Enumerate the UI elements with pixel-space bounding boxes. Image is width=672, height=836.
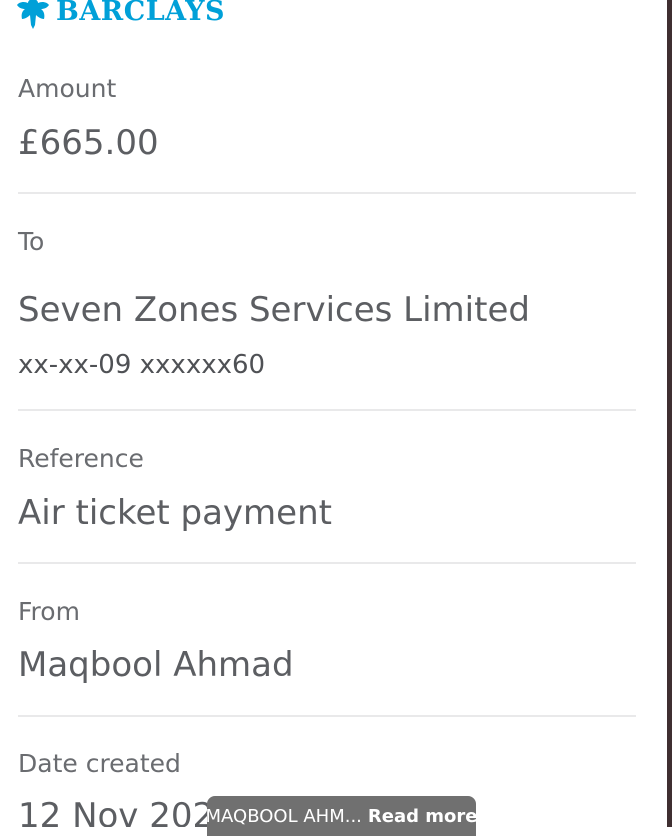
read-more-link[interactable]: Read more [368, 806, 476, 827]
eagle-logo-icon [17, 0, 49, 29]
divider [18, 562, 636, 564]
payer-name: Maqbool Ahmad [18, 645, 294, 685]
from-label: From [18, 597, 80, 626]
payee-name: Seven Zones Services Limited [18, 290, 530, 330]
divider [18, 192, 636, 194]
divider [18, 715, 636, 717]
date-created-label: Date created [18, 749, 181, 778]
notification-toast[interactable]: MAQBOOL AHM... Read more [207, 796, 476, 836]
amount-value: £665.00 [18, 123, 159, 163]
reference-value: Air ticket payment [18, 493, 332, 533]
amount-label: Amount [18, 74, 117, 103]
brand-name: BARCLAYS [56, 0, 226, 27]
payee-section: To Seven Zones Services Limited xx-xx-09… [18, 222, 636, 392]
reference-section: Reference Air ticket payment [18, 440, 636, 550]
divider [18, 409, 636, 411]
toast-text: MAQBOOL AHM... [207, 805, 362, 827]
to-label: To [18, 227, 45, 256]
brand-header: BARCLAYS [16, 0, 225, 30]
reference-label: Reference [18, 444, 144, 473]
window-edge [667, 0, 672, 827]
amount-section: Amount £665.00 [18, 70, 636, 180]
payer-section: From Maqbool Ahmad [18, 593, 636, 703]
payee-account-number: xx-xx-09 xxxxxx60 [18, 350, 266, 380]
